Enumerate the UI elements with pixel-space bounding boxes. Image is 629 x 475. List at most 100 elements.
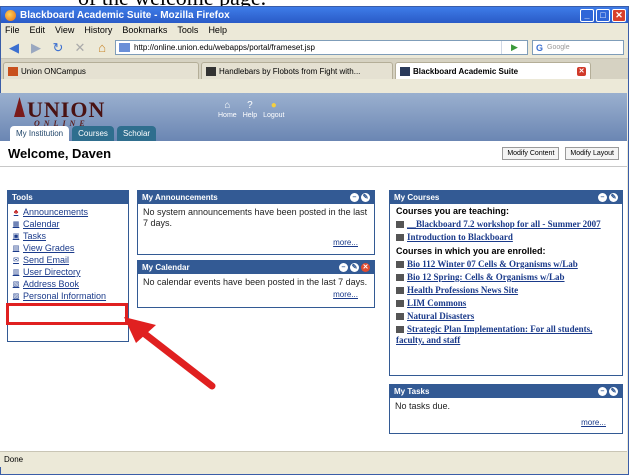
tab-label: Union ONCampus bbox=[21, 66, 86, 76]
announcements-module: My Announcements – ✎ No system announceme… bbox=[137, 190, 375, 255]
browser-tab-active[interactable]: Blackboard Academic Suite ✕ bbox=[395, 62, 591, 79]
personal-info-icon: ▨ bbox=[12, 293, 20, 300]
course-icon bbox=[396, 300, 404, 308]
back-icon[interactable]: ◀ bbox=[5, 40, 23, 56]
help-icon: ? bbox=[247, 99, 253, 111]
tool-send-email[interactable]: ✉ Send Email bbox=[8, 254, 128, 266]
close-tab-icon[interactable]: ✕ bbox=[577, 66, 586, 76]
calendar-more-link[interactable]: more... bbox=[333, 290, 358, 299]
edit-icon[interactable]: ✎ bbox=[361, 193, 370, 202]
edit-icon[interactable]: ✎ bbox=[609, 387, 618, 396]
header-tools: ⌂ Home ? Help ● Logout bbox=[218, 99, 285, 120]
course-icon bbox=[396, 234, 404, 242]
title-bar: Blackboard Academic Suite - Mozilla Fire… bbox=[1, 7, 628, 23]
address-bar[interactable]: http://online.union.edu/webapps/portal/f… bbox=[115, 40, 528, 55]
calendar-icon: ▦ bbox=[12, 221, 20, 228]
forward-icon[interactable]: ▶ bbox=[27, 40, 45, 56]
menu-bar: File Edit View History Bookmarks Tools H… bbox=[1, 23, 628, 37]
collapse-icon[interactable]: – bbox=[598, 387, 607, 396]
union-favicon bbox=[8, 66, 18, 76]
tool-announcements[interactable]: ♣ Announcements bbox=[8, 206, 128, 218]
arrow-shaft bbox=[128, 320, 216, 390]
search-input[interactable]: G Google bbox=[532, 40, 624, 55]
tab-my-institution[interactable]: My Institution bbox=[10, 126, 70, 141]
course-link[interactable]: LIM Commons bbox=[390, 297, 622, 310]
tab-scholar[interactable]: Scholar bbox=[116, 126, 157, 141]
course-icon bbox=[396, 221, 404, 229]
tool-tasks[interactable]: ▣ Tasks bbox=[8, 230, 128, 242]
navigation-toolbar: ◀ ▶ ↻ ✕ ⌂ http://online.union.edu/webapp… bbox=[1, 37, 628, 59]
announcements-more-link[interactable]: more... bbox=[333, 238, 358, 247]
menu-bookmarks[interactable]: Bookmarks bbox=[122, 25, 167, 35]
tool-user-directory[interactable]: ▥ User Directory bbox=[8, 266, 128, 278]
stop-icon[interactable]: ✕ bbox=[71, 40, 89, 56]
blackboard-header: UNION ONLINE ⌂ Home ? Help ● Logout My Inst… bbox=[0, 93, 627, 141]
modify-content-button[interactable]: Modify Content bbox=[502, 147, 560, 160]
course-link[interactable]: Natural Disasters bbox=[390, 310, 622, 323]
course-link[interactable]: Strategic Plan Implementation: For all s… bbox=[390, 323, 622, 347]
tab-label: Blackboard Academic Suite bbox=[413, 66, 519, 76]
course-link[interactable]: Health Professions News Site bbox=[390, 284, 622, 297]
firefox-icon bbox=[5, 9, 16, 21]
tool-view-grades[interactable]: ▤ View Grades bbox=[8, 242, 128, 254]
home-icon: ⌂ bbox=[224, 99, 231, 111]
menu-edit[interactable]: Edit bbox=[30, 25, 46, 35]
enrolled-heading: Courses in which you are enrolled: bbox=[396, 246, 546, 256]
page-content: UNION ONLINE ⌂ Home ? Help ● Logout My Inst… bbox=[0, 93, 627, 451]
union-online-logo: UNION ONLINE bbox=[14, 97, 105, 128]
tool-address-book[interactable]: ▧ Address Book bbox=[8, 278, 128, 290]
page-icon bbox=[119, 43, 130, 52]
close-button[interactable]: ✕ bbox=[612, 8, 626, 22]
modify-layout-button[interactable]: Modify Layout bbox=[565, 147, 619, 160]
remove-icon[interactable]: ✕ bbox=[361, 263, 370, 272]
tools-header: Tools bbox=[8, 191, 128, 204]
menu-tools[interactable]: Tools bbox=[177, 25, 198, 35]
go-icon[interactable]: ▶ bbox=[501, 41, 527, 54]
course-icon bbox=[396, 274, 404, 282]
logout-link[interactable]: ● Logout bbox=[263, 99, 284, 120]
home-icon[interactable]: ⌂ bbox=[93, 40, 111, 56]
announcements-header: My Announcements – ✎ bbox=[138, 191, 374, 204]
teaching-heading: Courses you are teaching: bbox=[396, 206, 510, 216]
tasks-body: No tasks due. bbox=[395, 401, 451, 411]
status-text: Done bbox=[4, 455, 24, 464]
menu-history[interactable]: History bbox=[84, 25, 112, 35]
edit-icon[interactable]: ✎ bbox=[609, 193, 618, 202]
help-link[interactable]: ? Help bbox=[243, 99, 257, 120]
calendar-header: My Calendar – ✎ ✕ bbox=[138, 261, 374, 274]
home-link[interactable]: ⌂ Home bbox=[218, 99, 237, 120]
menu-help[interactable]: Help bbox=[208, 25, 227, 35]
logo-seal-icon bbox=[14, 97, 25, 117]
status-bar: Done bbox=[0, 451, 627, 467]
menu-file[interactable]: File bbox=[5, 25, 20, 35]
minimize-button[interactable]: _ bbox=[580, 8, 594, 22]
calendar-module: My Calendar – ✎ ✕ No calendar events have … bbox=[137, 260, 375, 308]
browser-tab[interactable]: Union ONCampus bbox=[3, 62, 199, 79]
search-placeholder: Google bbox=[547, 44, 570, 51]
blackboard-favicon bbox=[400, 66, 410, 76]
tab-courses[interactable]: Courses bbox=[72, 126, 114, 141]
course-link[interactable]: __Blackboard 7.2 workshop for all - Summ… bbox=[390, 218, 622, 231]
tool-calendar[interactable]: ▦ Calendar bbox=[8, 218, 128, 230]
course-link[interactable]: Bio 12 Spring: Cells & Organisms w/Lab bbox=[390, 271, 622, 284]
reload-icon[interactable]: ↻ bbox=[49, 40, 67, 56]
course-link[interactable]: Introduction to Blackboard bbox=[390, 231, 622, 244]
menu-view[interactable]: View bbox=[55, 25, 74, 35]
edit-icon[interactable]: ✎ bbox=[350, 263, 359, 272]
welcome-row: Welcome, Daven Modify Content Modify Lay… bbox=[0, 141, 627, 167]
tasks-more-link[interactable]: more... bbox=[581, 418, 606, 427]
collapse-icon[interactable]: – bbox=[598, 193, 607, 202]
collapse-icon[interactable]: – bbox=[339, 263, 348, 272]
grades-icon: ▤ bbox=[12, 245, 20, 252]
collapse-icon[interactable]: – bbox=[350, 193, 359, 202]
announcements-body: No system announcements have been posted… bbox=[143, 207, 368, 228]
email-icon: ✉ bbox=[13, 257, 19, 264]
course-link[interactable]: Bio 112 Winter 07 Cells & Organisms w/La… bbox=[390, 258, 622, 271]
announcements-icon: ♣ bbox=[13, 208, 19, 216]
address-book-icon: ▧ bbox=[12, 281, 20, 288]
blackboard-tabs: My Institution Courses Scholar bbox=[0, 126, 157, 141]
tab-bar: Union ONCampus Handlebars by Flobots fro… bbox=[1, 59, 628, 79]
tool-personal-information[interactable]: ▨ Personal Information bbox=[8, 290, 128, 302]
browser-tab[interactable]: Handlebars by Flobots from Fight with... bbox=[201, 62, 393, 79]
maximize-button[interactable]: □ bbox=[596, 8, 610, 22]
